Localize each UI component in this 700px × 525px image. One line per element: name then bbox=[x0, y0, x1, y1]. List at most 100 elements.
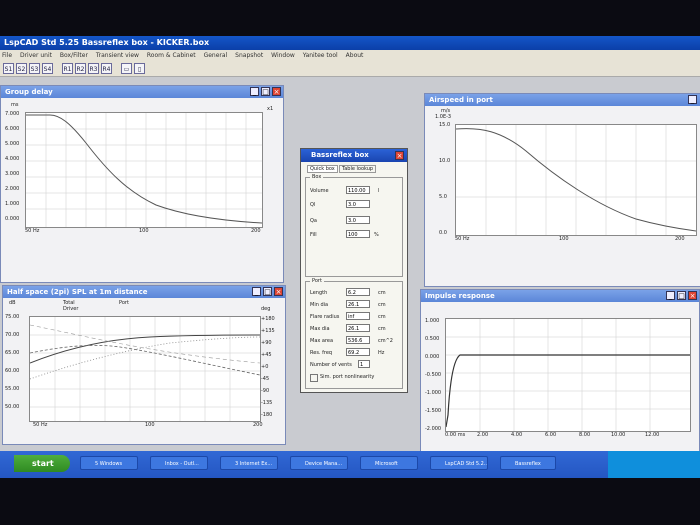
xtick: 200 bbox=[253, 422, 263, 428]
impulse-plot bbox=[445, 318, 691, 432]
menu-file[interactable]: File bbox=[2, 52, 12, 59]
volume-input[interactable]: 110.00 bbox=[346, 186, 370, 194]
bassreflex-box-dialog: Bassreflex box × Quick box Table lookup … bbox=[300, 148, 408, 393]
ytick: 10.0 bbox=[439, 158, 451, 164]
toolbar-r4[interactable]: R4 bbox=[101, 63, 112, 74]
maximize-button[interactable]: □ bbox=[261, 87, 270, 96]
toolbar-r2[interactable]: R2 bbox=[75, 63, 86, 74]
task-device-manager[interactable]: Device Mana... bbox=[290, 456, 348, 470]
length-input[interactable]: 6.2 bbox=[346, 288, 370, 296]
menu-box-filter[interactable]: Box/Filter bbox=[60, 52, 88, 59]
res-freq-input[interactable]: 69.2 bbox=[346, 348, 370, 356]
ytick: -0.500 bbox=[425, 372, 442, 378]
driver-curve bbox=[29, 336, 261, 380]
task-inbox[interactable]: Inbox - Outl... bbox=[150, 456, 208, 470]
xtick: 4.00 bbox=[511, 432, 523, 438]
menu-yanitee-tool[interactable]: Yanitee tool bbox=[303, 52, 338, 59]
phase-curve bbox=[29, 324, 261, 364]
vents-input[interactable]: 1 bbox=[358, 360, 370, 368]
menu-window[interactable]: Window bbox=[271, 52, 295, 59]
box-group: Box Volume 110.00 l Ql 3.0 Qa 3.0 Fill 1… bbox=[305, 174, 403, 277]
port-nonlinearity-checkbox[interactable] bbox=[310, 374, 318, 382]
max-area-unit: cm^2 bbox=[378, 338, 393, 344]
toolbar-s4[interactable]: S4 bbox=[42, 63, 53, 74]
airspeed-chart bbox=[455, 125, 697, 235]
minimize-button[interactable]: _ bbox=[252, 287, 261, 296]
tab-quick-box[interactable]: Quick box bbox=[307, 165, 338, 173]
dialog-title-bar: Bassreflex box bbox=[301, 149, 407, 162]
close-button[interactable]: × bbox=[688, 291, 697, 300]
minimize-button[interactable]: _ bbox=[250, 87, 259, 96]
group-delay-curve bbox=[26, 114, 263, 224]
start-button[interactable]: start bbox=[14, 455, 70, 472]
minimize-button[interactable]: _ bbox=[666, 291, 675, 300]
fill-input[interactable]: 100 bbox=[346, 230, 370, 238]
airspeed-plot bbox=[455, 124, 697, 236]
toolbar-s3[interactable]: S3 bbox=[29, 63, 40, 74]
min-dia-input[interactable]: 26.1 bbox=[346, 300, 370, 308]
menu-about[interactable]: About bbox=[346, 52, 364, 59]
ytick: 0.000 bbox=[425, 354, 440, 360]
impulse-title: Impulse response bbox=[421, 290, 699, 302]
maximize-button[interactable]: □ bbox=[677, 291, 686, 300]
dialog-close-button[interactable]: × bbox=[395, 151, 404, 160]
ytick: 1.000 bbox=[425, 318, 440, 324]
ytick-left: 65.00 bbox=[5, 350, 20, 356]
volume-unit: l bbox=[378, 188, 380, 194]
ytick-left: 60.00 bbox=[5, 368, 20, 374]
menu-room-cabinet[interactable]: Room & Cabinet bbox=[147, 52, 196, 59]
maximize-button[interactable]: □ bbox=[263, 287, 272, 296]
xtick: 8.00 bbox=[579, 432, 591, 438]
max-dia-input[interactable]: 26.1 bbox=[346, 324, 370, 332]
xtick: 100 bbox=[139, 228, 149, 234]
ytick-left: 50.00 bbox=[5, 404, 20, 410]
close-button[interactable]: × bbox=[272, 87, 281, 96]
xtick: 200 bbox=[251, 228, 261, 234]
flare-radius-input[interactable]: inf bbox=[346, 312, 370, 320]
airspeed-window: Airspeed in port _ m/s 1.0E-3 15.0 10.0 … bbox=[424, 93, 700, 287]
max-area-label: Max area bbox=[310, 338, 334, 344]
port-nonlinearity-label: Sim. port nonlinearity bbox=[320, 374, 375, 380]
xtick: 200 bbox=[675, 236, 685, 242]
menu-transient-view[interactable]: Transient view bbox=[96, 52, 139, 59]
toolbar-print-icon[interactable]: ▭ bbox=[121, 63, 132, 74]
ytick-right: +90 bbox=[261, 340, 272, 346]
ytick: 4.000 bbox=[5, 156, 20, 162]
ytick: 7.000 bbox=[5, 111, 20, 117]
halfspace-spl-window: Half space (2pi) SPL at 1m distance _ □ … bbox=[2, 285, 286, 445]
menu-driver-unit[interactable]: Driver unit bbox=[20, 52, 52, 59]
port-curve bbox=[29, 344, 261, 376]
menu-general[interactable]: General bbox=[204, 52, 228, 59]
xtick: 10.00 bbox=[611, 432, 626, 438]
ytick: 6.000 bbox=[5, 126, 20, 132]
minimize-button[interactable]: _ bbox=[688, 95, 697, 104]
group-delay-multiplier: x1 bbox=[267, 106, 274, 112]
tab-table-lookup[interactable]: Table lookup bbox=[339, 165, 377, 173]
desktop-screen: LspCAD Std 5.25 Bassreflex box - KICKER.… bbox=[0, 36, 700, 478]
toolbar-r1[interactable]: R1 bbox=[62, 63, 73, 74]
group-delay-window: Group delay _ □ × ms x1 7.000 6.000 5.00… bbox=[0, 85, 284, 283]
task-lspcad[interactable]: LspCAD Std 5.2... bbox=[430, 456, 488, 470]
task-microsoft[interactable]: Microsoft bbox=[360, 456, 418, 470]
group-delay-plot bbox=[25, 112, 263, 228]
task-bassreflex[interactable]: Bassreflex bbox=[500, 456, 556, 470]
group-delay-ylabel: ms bbox=[11, 102, 19, 108]
res-freq-unit: Hz bbox=[378, 350, 385, 356]
impulse-chart bbox=[445, 319, 690, 431]
qa-input[interactable]: 3.0 bbox=[346, 216, 370, 224]
toolbar-r3[interactable]: R3 bbox=[88, 63, 99, 74]
close-button[interactable]: × bbox=[274, 287, 283, 296]
task-internet-explorer[interactable]: 3 Internet Ex... bbox=[220, 456, 278, 470]
menu-snapshot[interactable]: Snapshot bbox=[235, 52, 263, 59]
legend-driver: Driver bbox=[63, 306, 79, 312]
task-windows[interactable]: 5 Windows bbox=[80, 456, 138, 470]
max-area-input[interactable]: 536.6 bbox=[346, 336, 370, 344]
group-delay-chart bbox=[26, 113, 263, 227]
toolbar-s1[interactable]: S1 bbox=[3, 63, 14, 74]
flare-radius-label: Flare radius bbox=[310, 314, 340, 320]
flare-radius-unit: cm bbox=[378, 314, 386, 320]
toolbar-s2[interactable]: S2 bbox=[16, 63, 27, 74]
toolbar-page-icon[interactable]: ▯ bbox=[134, 63, 145, 74]
ytick-left: 75.00 bbox=[5, 314, 20, 320]
ql-input[interactable]: 3.0 bbox=[346, 200, 370, 208]
